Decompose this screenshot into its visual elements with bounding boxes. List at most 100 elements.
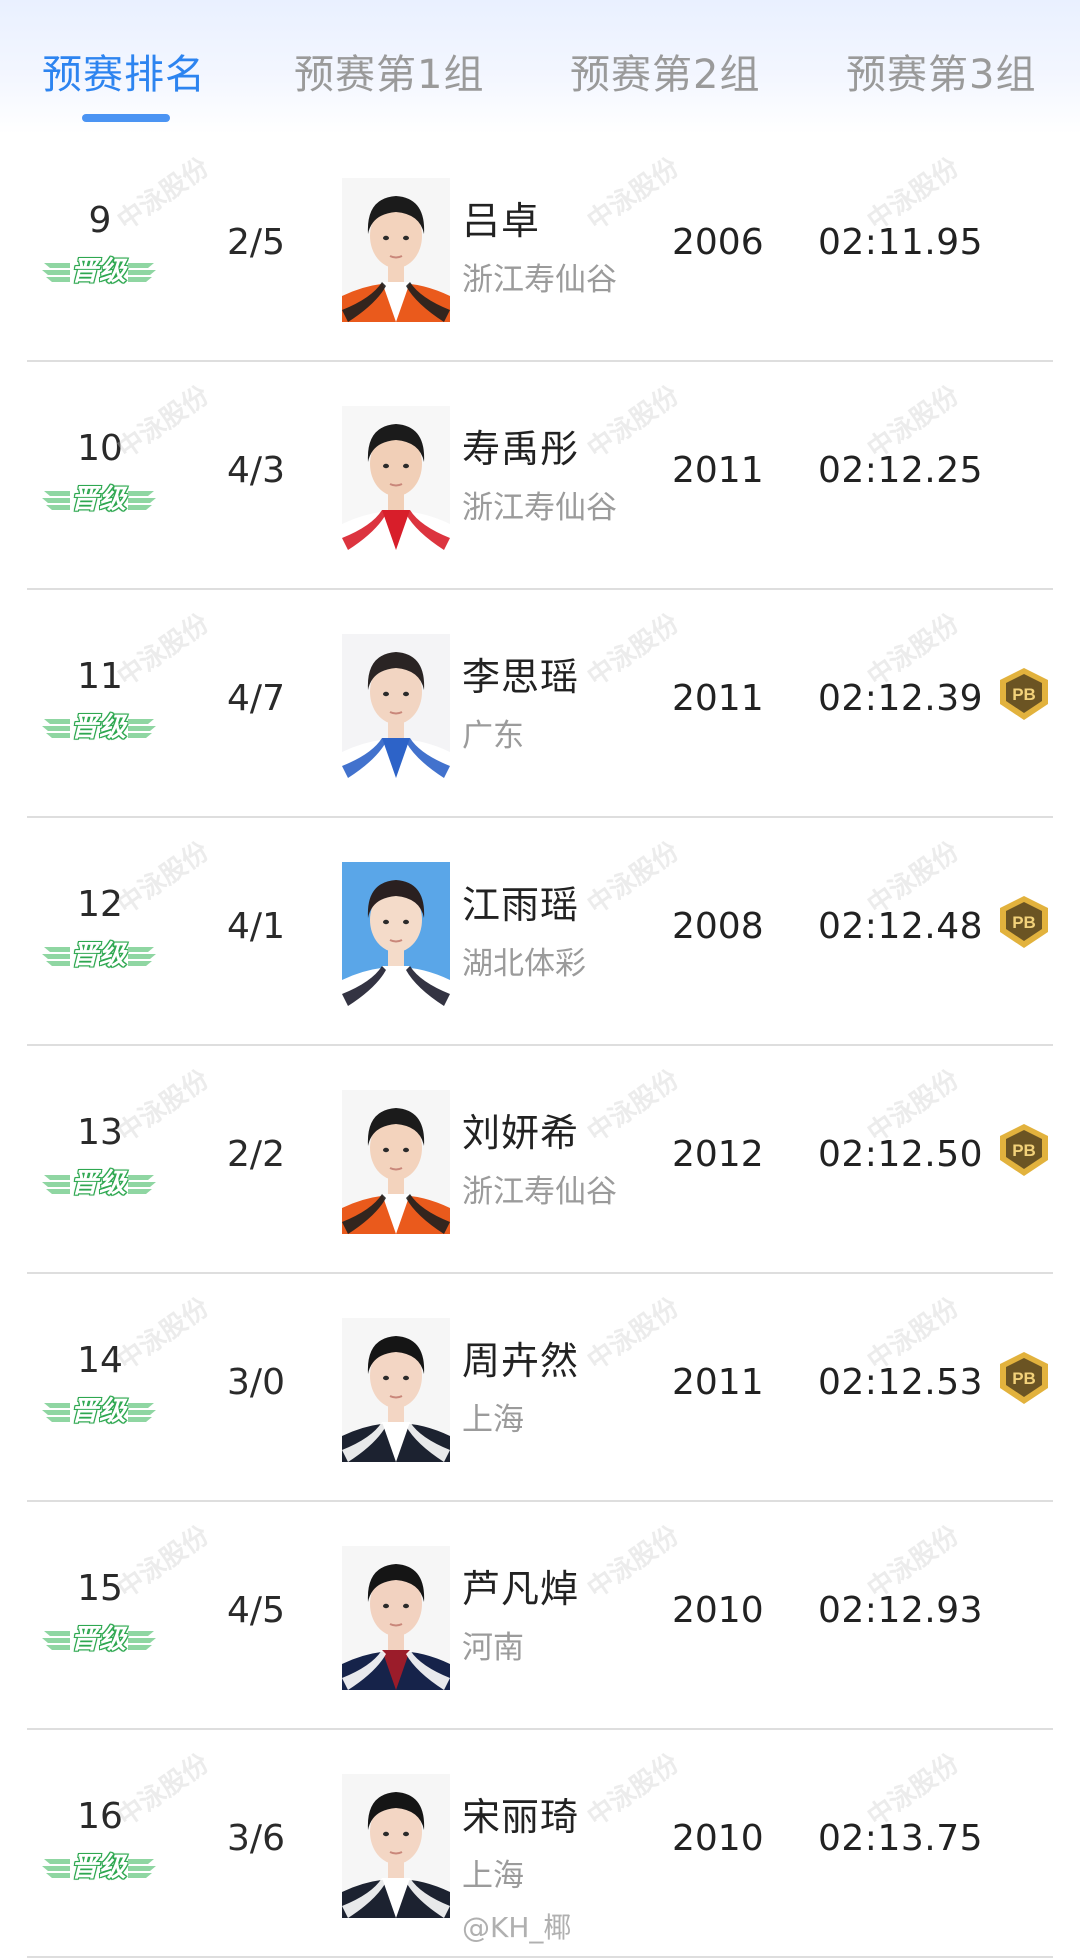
watermark-text: 中泳股份: [582, 1520, 685, 1605]
race-time: 02:12.53: [818, 1362, 983, 1403]
promoted-badge: 晋级: [40, 1620, 158, 1660]
watermark-text: 中泳股份: [582, 836, 685, 921]
svg-text:PB: PB: [1012, 685, 1036, 704]
rank-number: 9: [88, 200, 112, 241]
promoted-label: 晋级: [70, 255, 127, 288]
right-wing-icon: [128, 491, 156, 510]
athlete-team: 河南: [462, 1630, 524, 1666]
lane-number: 2/2: [227, 1134, 285, 1175]
rank-number: 12: [77, 884, 123, 925]
birth-year: 2011: [672, 1362, 764, 1403]
athlete-team: 浙江寿仙谷: [462, 262, 617, 298]
lane-number: 4/3: [227, 450, 285, 491]
athlete-name: 芦凡焯: [462, 1567, 580, 1611]
promoted-label: 晋级: [70, 1623, 127, 1656]
result-row-11[interactable]: 11 晋级 4/7 李思瑶 广东 2011 02:12.39 PB 中泳股份 中…: [0, 590, 1080, 818]
athlete-photo: [342, 1546, 450, 1690]
birth-year: 2008: [672, 906, 764, 947]
watermark-text: 中泳股份: [582, 608, 685, 693]
result-row-12[interactable]: 12 晋级 4/1 江雨瑶 湖北体彩 2008 02:12.48 PB 中泳股份…: [0, 818, 1080, 1046]
birth-year: 2012: [672, 1134, 764, 1175]
promoted-badge: 晋级: [40, 936, 158, 976]
race-time: 02:13.75: [818, 1818, 983, 1859]
athlete-team: 浙江寿仙谷: [462, 1174, 617, 1210]
athlete-name: 江雨瑶: [462, 883, 580, 927]
promoted-label: 晋级: [70, 1395, 127, 1428]
birth-year: 2011: [672, 678, 764, 719]
result-row-14[interactable]: 14 晋级 3/0 周卉然 上海 2011 02:12.53 PB 中泳股份 中…: [0, 1274, 1080, 1502]
athlete-name: 李思瑶: [462, 655, 580, 699]
svg-text:PB: PB: [1012, 1141, 1036, 1160]
athlete-photo: [342, 862, 450, 1006]
watermark-text: 中泳股份: [582, 152, 685, 237]
right-wing-icon: [128, 1403, 156, 1422]
lane-number: 4/5: [227, 1590, 285, 1631]
active-tab-indicator: [82, 114, 170, 122]
svg-text:PB: PB: [1012, 1369, 1036, 1388]
rank-number: 14: [77, 1340, 123, 1381]
athlete-photo: [342, 406, 450, 550]
credit-text: @KH_椰: [462, 1911, 572, 1944]
watermark-text: 中泳股份: [582, 1748, 685, 1833]
athlete-photo: [342, 1090, 450, 1234]
athlete-team: 上海: [462, 1402, 524, 1438]
athlete-team: 湖北体彩: [462, 946, 586, 982]
tab-heat-group-1[interactable]: 预赛第1组: [294, 42, 484, 100]
personal-best-badge: PB: [996, 894, 1052, 950]
promoted-badge: 晋级: [40, 708, 158, 748]
athlete-team: 上海: [462, 1858, 524, 1894]
tab-heat-ranking[interactable]: 预赛排名: [42, 42, 206, 100]
lane-number: 3/6: [227, 1818, 285, 1859]
athlete-photo: [342, 634, 450, 778]
right-wing-icon: [128, 1859, 156, 1878]
tab-heat-group-2[interactable]: 预赛第2组: [570, 42, 760, 100]
birth-year: 2010: [672, 1590, 764, 1631]
promoted-badge: 晋级: [40, 480, 158, 520]
lane-number: 4/1: [227, 906, 285, 947]
tab-bar: 预赛排名 预赛第1组 预赛第2组 预赛第3组: [0, 0, 1080, 134]
personal-best-badge: PB: [996, 1122, 1052, 1178]
rank-number: 13: [77, 1112, 123, 1153]
lane-number: 4/7: [227, 678, 285, 719]
athlete-name: 寿禹彤: [462, 427, 580, 471]
promoted-label: 晋级: [70, 939, 127, 972]
athlete-team: 广东: [462, 718, 524, 754]
birth-year: 2006: [672, 222, 764, 263]
promoted-badge: 晋级: [40, 252, 158, 292]
athlete-name: 吕卓: [462, 199, 541, 243]
watermark-text: 中泳股份: [582, 1064, 685, 1149]
result-row-9[interactable]: 9 晋级 2/5 吕卓 浙江寿仙谷 2006 02:11.95 中泳股份 中泳股份…: [0, 134, 1080, 362]
athlete-photo: [342, 1774, 450, 1918]
athlete-team: 浙江寿仙谷: [462, 490, 617, 526]
right-wing-icon: [128, 719, 156, 738]
promoted-label: 晋级: [70, 483, 127, 516]
result-row-10[interactable]: 10 晋级 4/3 寿禹彤 浙江寿仙谷 2011 02:12.25 中泳股份 中泳…: [0, 362, 1080, 590]
promoted-label: 晋级: [70, 1851, 127, 1884]
svg-text:PB: PB: [1012, 913, 1036, 932]
personal-best-badge: PB: [996, 666, 1052, 722]
right-wing-icon: [128, 1631, 156, 1650]
rank-number: 15: [77, 1568, 123, 1609]
birth-year: 2010: [672, 1818, 764, 1859]
personal-best-badge: PB: [996, 1350, 1052, 1406]
promoted-badge: 晋级: [40, 1392, 158, 1432]
promoted-label: 晋级: [70, 1167, 127, 1200]
race-time: 02:12.50: [818, 1134, 983, 1175]
right-wing-icon: [128, 1175, 156, 1194]
promoted-badge: 晋级: [40, 1848, 158, 1888]
tab-heat-group-3[interactable]: 预赛第3组: [846, 42, 1036, 100]
athlete-name: 宋丽琦: [462, 1795, 580, 1839]
results-list: 9 晋级 2/5 吕卓 浙江寿仙谷 2006 02:11.95 中泳股份 中泳股份…: [0, 134, 1080, 1958]
result-row-15[interactable]: 15 晋级 4/5 芦凡焯 河南 2010 02:12.93 中泳股份 中泳股份中…: [0, 1502, 1080, 1730]
birth-year: 2011: [672, 450, 764, 491]
race-time: 02:11.95: [818, 222, 983, 263]
rank-number: 10: [77, 428, 123, 469]
race-time: 02:12.39: [818, 678, 983, 719]
lane-number: 3/0: [227, 1362, 285, 1403]
result-row-13[interactable]: 13 晋级 2/2 刘妍希 浙江寿仙谷 2012 02:12.50 PB 中泳股…: [0, 1046, 1080, 1274]
athlete-name: 刘妍希: [462, 1111, 580, 1155]
watermark-text: 中泳股份: [582, 380, 685, 465]
rank-number: 16: [77, 1796, 123, 1837]
athlete-photo: [342, 178, 450, 322]
right-wing-icon: [128, 263, 156, 282]
